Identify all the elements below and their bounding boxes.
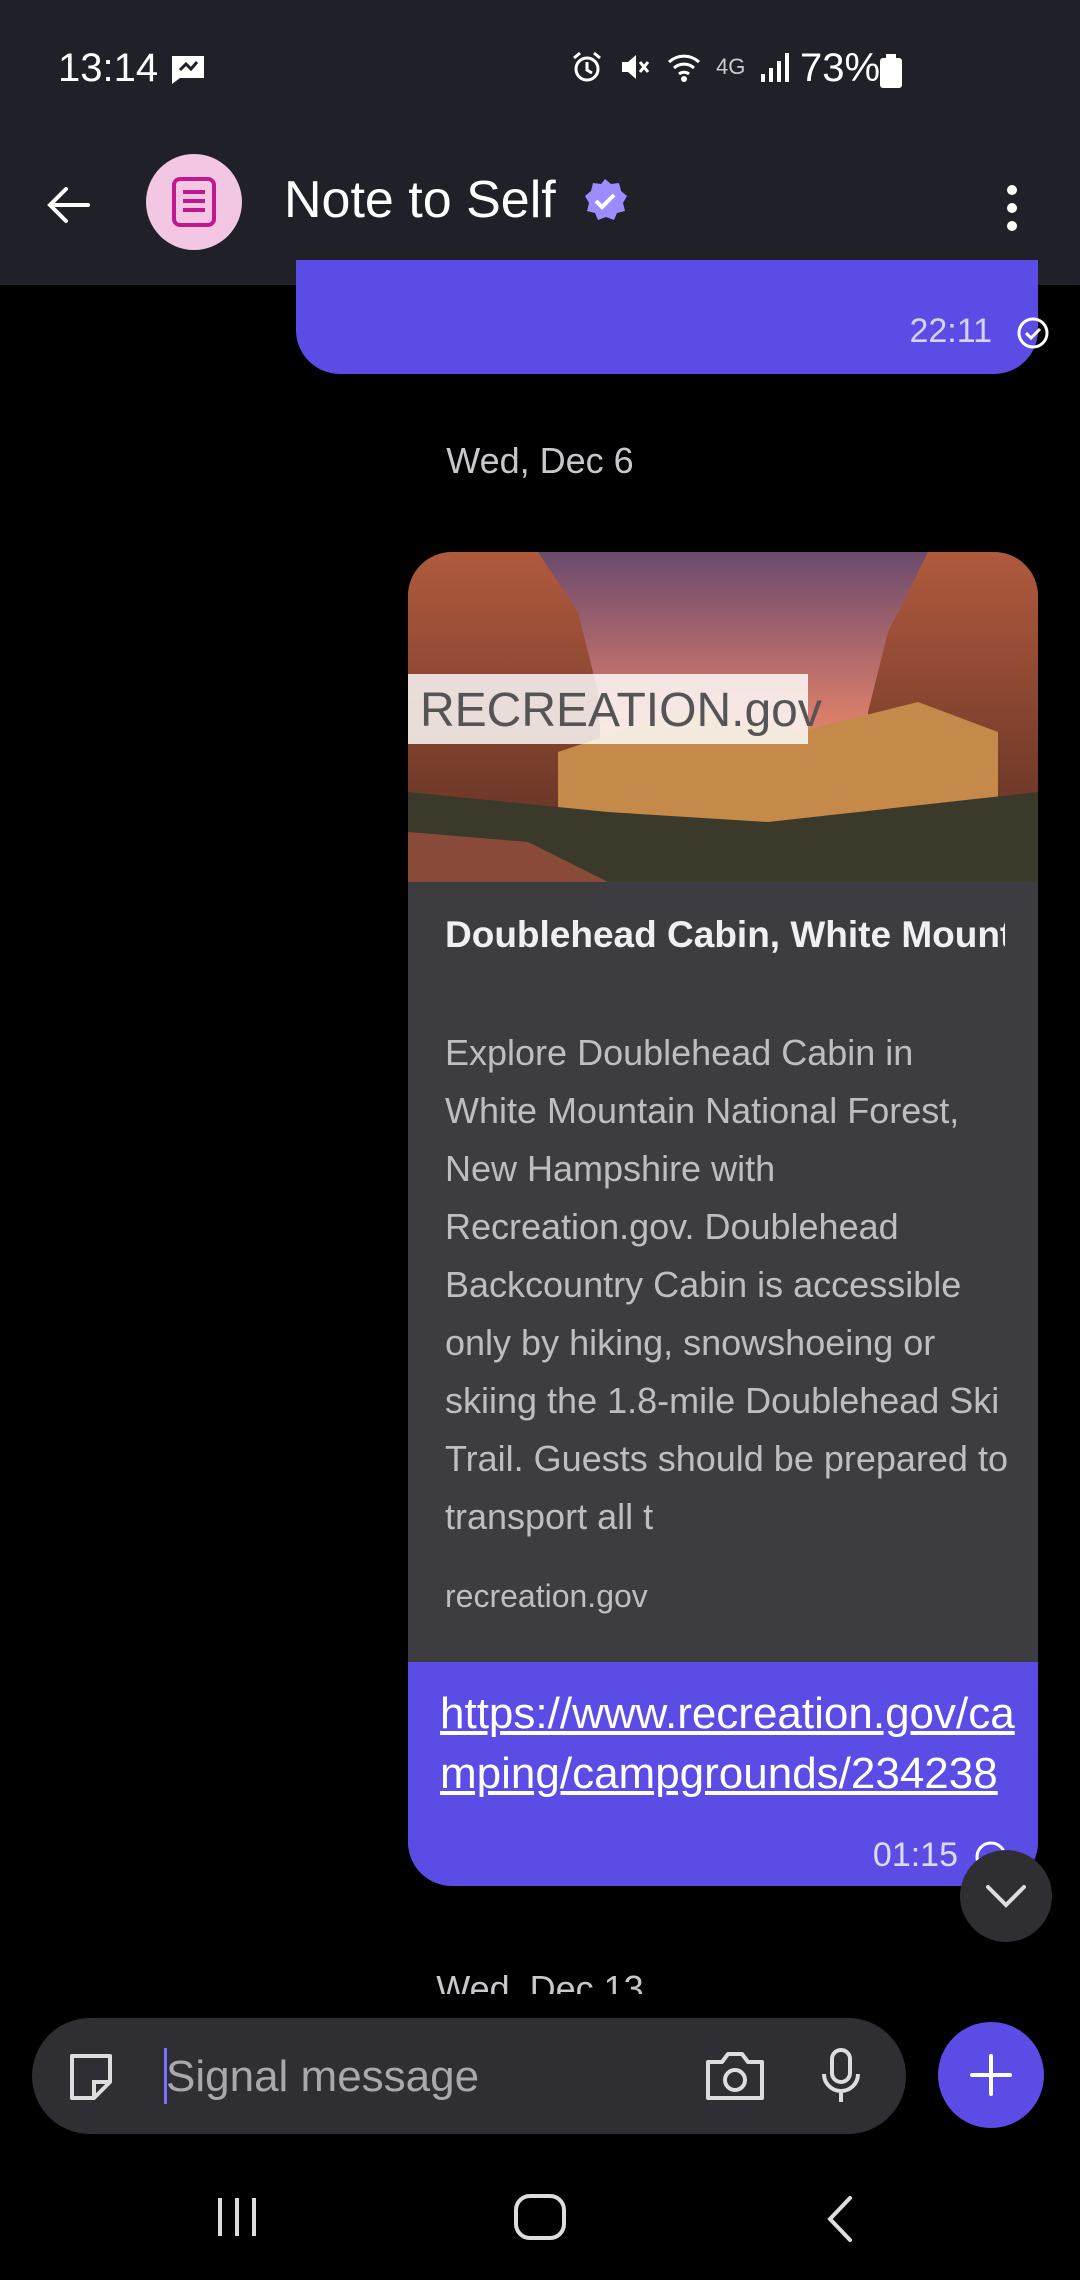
message-time: 01:15 xyxy=(872,1836,958,1874)
message-composer[interactable]: Signal message xyxy=(32,2018,906,2134)
link-preview-domain: recreation.gov xyxy=(445,1578,648,1614)
delivered-check-icon xyxy=(1017,317,1049,349)
avatar[interactable] xyxy=(146,154,242,250)
wifi-icon xyxy=(667,54,701,82)
network-type: 4G xyxy=(716,54,746,79)
sticker-icon[interactable] xyxy=(64,2050,118,2104)
recent-apps-icon[interactable] xyxy=(214,2194,260,2240)
verified-badge-icon xyxy=(585,179,627,220)
conversation-title[interactable]: Note to Self xyxy=(284,170,556,230)
scroll-to-bottom-button[interactable] xyxy=(960,1850,1052,1942)
status-time: 13:14 xyxy=(58,46,159,90)
chevron-down-icon xyxy=(986,1885,1026,1908)
back-icon[interactable] xyxy=(822,2194,858,2244)
link-preview-description: Explore Doublehead Cabin in White Mounta… xyxy=(445,1032,1008,1537)
status-icons: 4G xyxy=(570,50,793,84)
date-separator: Wed, Dec 13 xyxy=(436,1968,644,1994)
plus-icon xyxy=(970,2054,1012,2096)
home-icon[interactable] xyxy=(512,2192,568,2242)
attach-button[interactable] xyxy=(938,2022,1044,2128)
link-preview-message[interactable]: RECREATION.gov Doublehead Cabin, White M… xyxy=(408,552,1038,1886)
message-time: 22:11 xyxy=(909,312,992,350)
mute-icon xyxy=(622,55,650,79)
link-preview-title: Doublehead Cabin, White Mountain Nationa… xyxy=(445,914,1005,955)
battery-icon xyxy=(880,54,902,88)
date-separator: Wed, Dec 6 xyxy=(446,440,634,481)
recreation-logo: RECREATION.gov xyxy=(420,684,822,737)
note-icon xyxy=(172,177,216,227)
status-bar: 13:14 4G 73% xyxy=(0,0,1080,140)
signal-icon xyxy=(761,53,790,82)
link-preview-image[interactable]: RECREATION.gov xyxy=(408,552,1038,882)
camera-icon[interactable] xyxy=(704,2048,766,2104)
system-navigation-bar xyxy=(0,2160,1080,2280)
message-input[interactable]: Signal message xyxy=(166,2052,479,2102)
message-notification-icon xyxy=(172,56,204,84)
message-text-area[interactable]: https://www.recreation.gov/camping/campg… xyxy=(408,1662,1038,1886)
alarm-icon xyxy=(573,51,601,82)
back-arrow-icon[interactable] xyxy=(40,175,100,235)
more-options-icon[interactable] xyxy=(1000,178,1024,238)
microphone-icon[interactable] xyxy=(818,2046,864,2106)
battery-percent: 73% xyxy=(800,46,881,90)
message-link[interactable]: https://www.recreation.gov/camping/campg… xyxy=(440,1684,1030,1804)
